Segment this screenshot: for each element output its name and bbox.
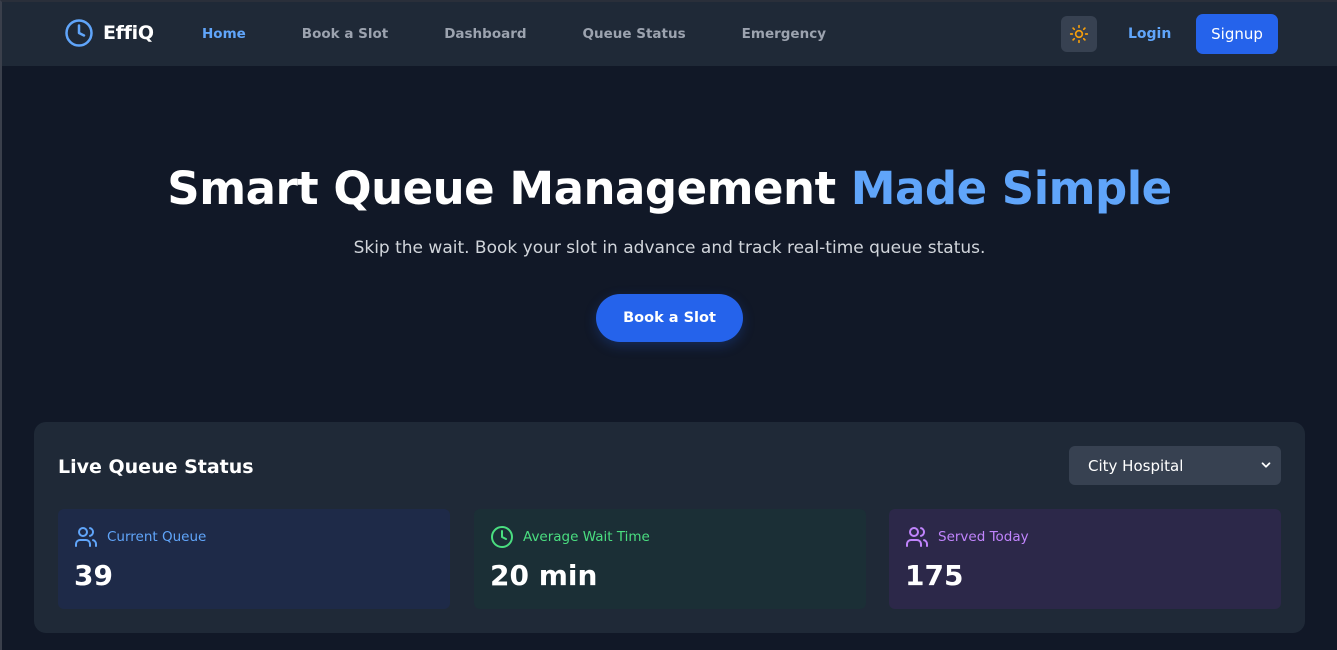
clock-icon (490, 525, 514, 549)
users-icon (74, 525, 98, 549)
hero-subtitle: Skip the wait. Book your slot in advance… (353, 238, 986, 258)
stat-card-header: Average Wait Time (490, 525, 650, 549)
theme-toggle-button[interactable] (1061, 16, 1097, 52)
stat-label: Current Queue (107, 529, 207, 545)
nav-links: Home Book a Slot Dashboard Queue Status … (202, 2, 882, 66)
location-select[interactable]: City Hospital (1069, 446, 1281, 485)
nav-link-dashboard[interactable]: Dashboard (444, 26, 526, 42)
stat-value: 39 (74, 559, 113, 592)
location-select-value: City Hospital (1088, 457, 1184, 475)
stat-card-served-today: Served Today 175 (889, 509, 1281, 609)
brand-logo[interactable]: EffiQ (64, 18, 154, 48)
stat-card-header: Served Today (905, 525, 1029, 549)
nav-link-home[interactable]: Home (202, 26, 246, 42)
sun-icon (1069, 24, 1089, 44)
hero-title-main: Smart Queue Management (167, 162, 836, 215)
chevron-down-icon (1259, 458, 1273, 472)
live-queue-title: Live Queue Status (58, 456, 254, 478)
login-link[interactable]: Login (1128, 26, 1171, 42)
users-icon (905, 525, 929, 549)
stat-label: Served Today (938, 529, 1029, 545)
nav-link-queue-status[interactable]: Queue Status (583, 26, 686, 42)
stat-label: Average Wait Time (523, 529, 650, 545)
page: EffiQ Home Book a Slot Dashboard Queue S… (0, 0, 1337, 650)
hero-title-accent: Made Simple (850, 162, 1172, 215)
stat-card-average-wait-time: Average Wait Time 20 min (474, 509, 866, 609)
brand-name: EffiQ (103, 22, 154, 44)
signup-button[interactable]: Signup (1196, 14, 1278, 54)
stat-card-header: Current Queue (74, 525, 206, 549)
live-queue-panel: Live Queue Status City Hospital Current … (34, 422, 1305, 633)
nav-link-book-a-slot[interactable]: Book a Slot (302, 26, 388, 42)
nav-link-emergency[interactable]: Emergency (742, 26, 826, 42)
stat-value: 175 (905, 559, 964, 592)
hero-title: Smart Queue Management Made Simple (2, 162, 1337, 215)
book-slot-button[interactable]: Book a Slot (596, 294, 743, 342)
clock-icon (64, 18, 94, 48)
stat-card-current-queue: Current Queue 39 (58, 509, 450, 609)
stat-value: 20 min (490, 559, 598, 592)
navbar: EffiQ Home Book a Slot Dashboard Queue S… (2, 2, 1337, 66)
